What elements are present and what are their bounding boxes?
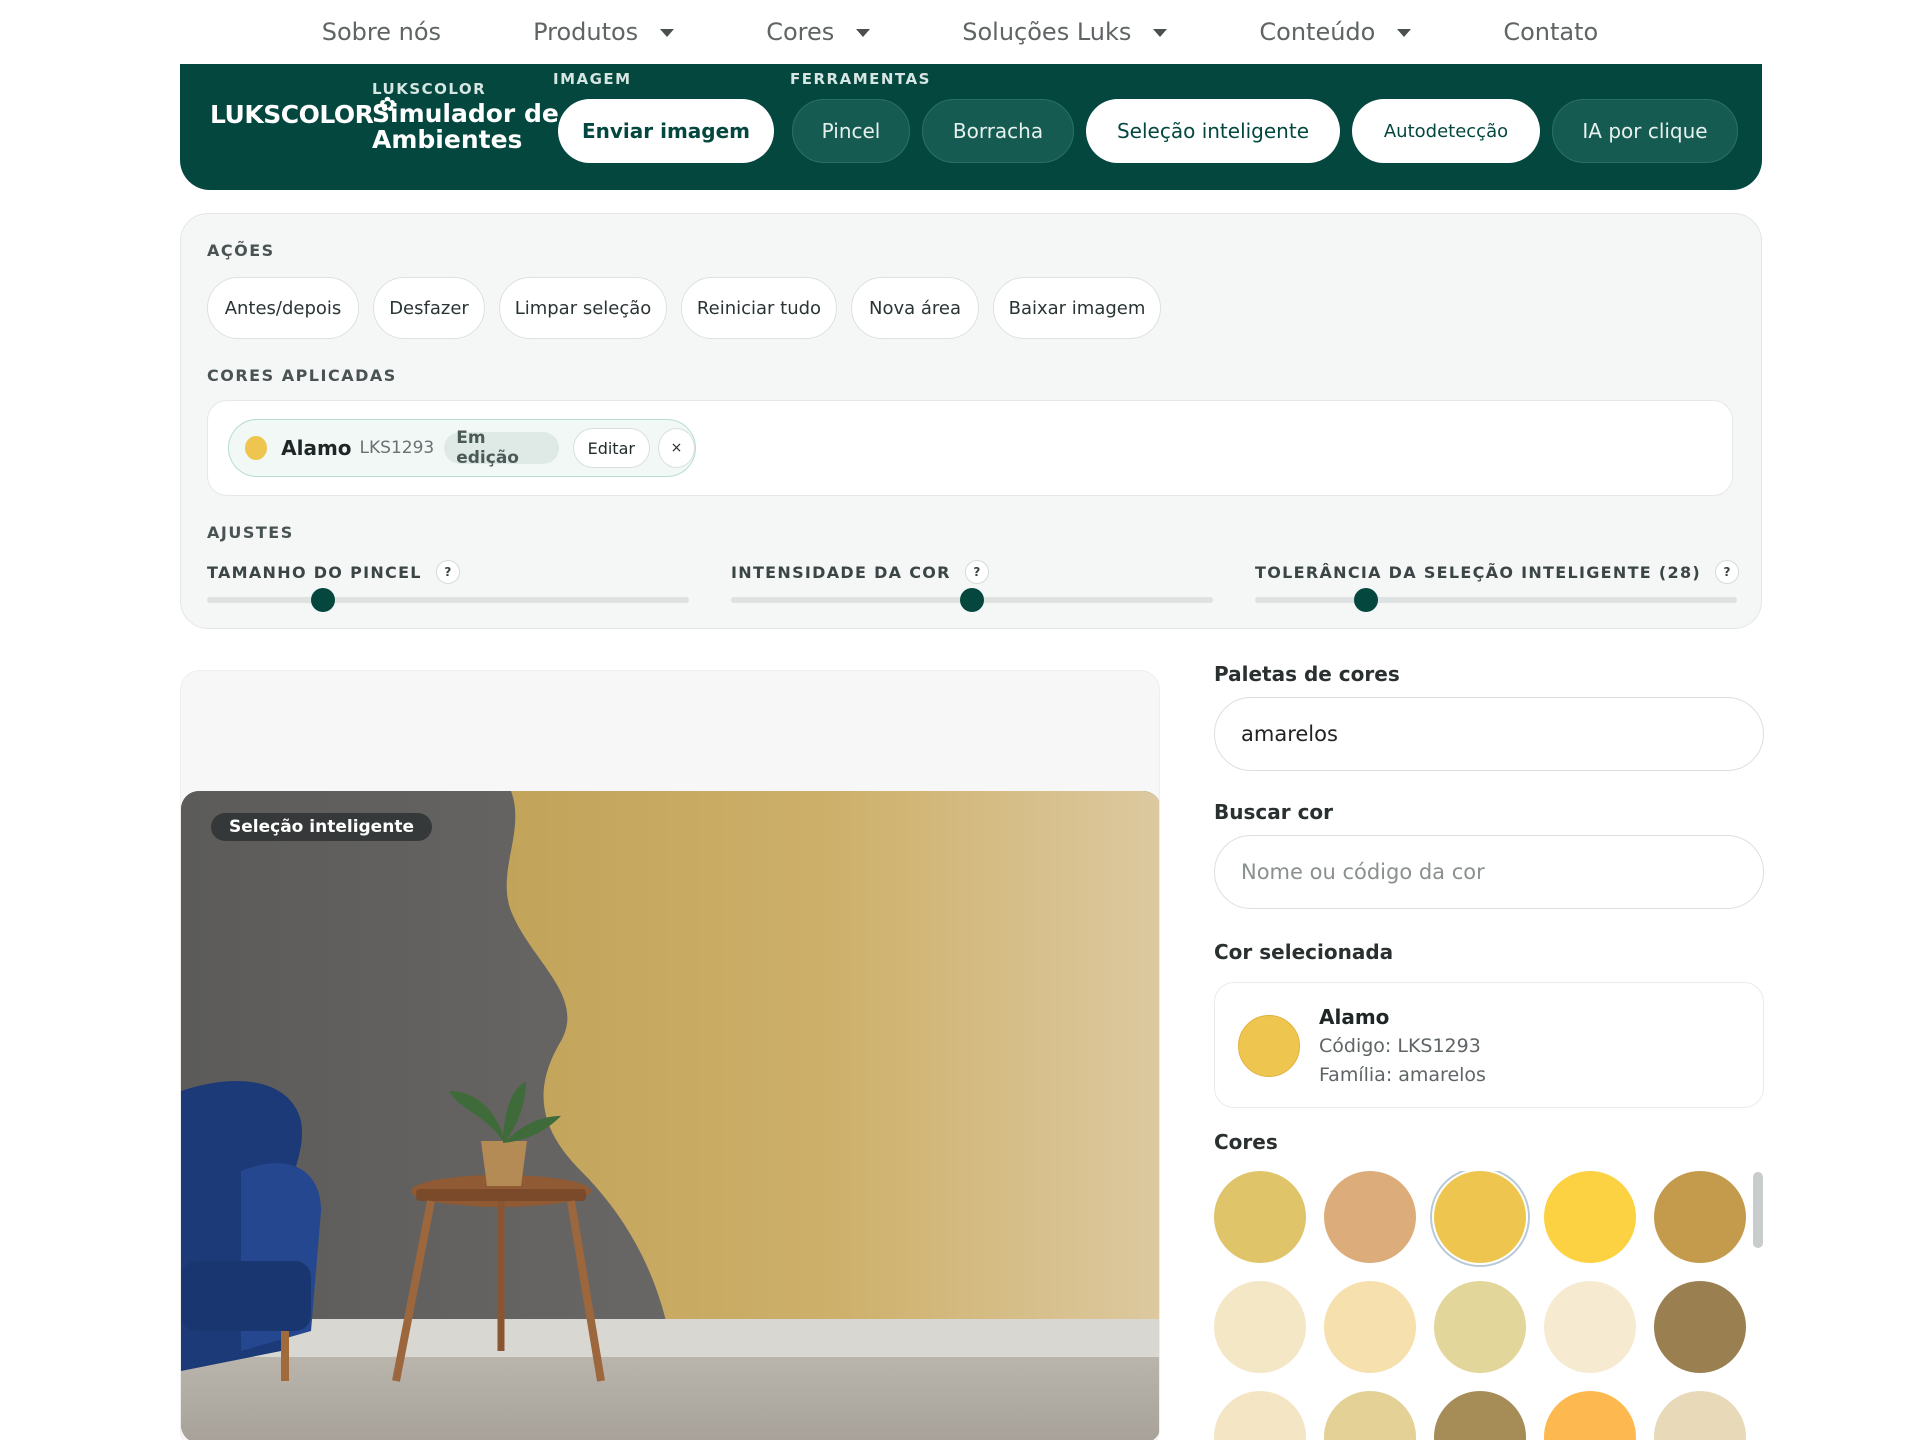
color-swatch[interactable] <box>1324 1391 1416 1440</box>
selected-color-card: Alamo Código: LKS1293 Família: amarelos <box>1214 982 1764 1108</box>
help-icon[interactable]: ? <box>1715 560 1739 584</box>
tool-brush-button[interactable]: Pincel <box>792 99 910 163</box>
selected-color-label: Cor selecionada <box>1214 940 1394 964</box>
nav-item-label: Contato <box>1503 18 1599 46</box>
selected-color-code: Código: LKS1293 <box>1319 1035 1481 1057</box>
editing-status-badge: Em edição <box>444 428 559 468</box>
image-canvas[interactable]: Seleção inteligente <box>180 670 1160 1440</box>
color-swatch[interactable] <box>1434 1281 1526 1373</box>
slider-handle[interactable] <box>1353 588 1378 612</box>
brush-size-label: TAMANHO DO PINCEL ? <box>207 560 460 584</box>
help-icon[interactable]: ? <box>435 560 460 584</box>
applied-colors-label: CORES APLICADAS <box>207 366 397 385</box>
chevron-down-icon <box>660 29 675 37</box>
nav-item-5[interactable]: Contato <box>1457 18 1644 46</box>
smart-tolerance-label-text: TOLERÂNCIA DA SELEÇÃO INTELIGENTE (28) <box>1255 562 1701 582</box>
applied-color-code: LKS1293 <box>359 438 435 458</box>
upload-image-button[interactable]: Enviar imagem <box>558 99 774 163</box>
undo-button[interactable]: Desfazer <box>373 277 485 339</box>
edit-color-button[interactable]: Editar <box>572 428 650 468</box>
color-swatch[interactable] <box>1434 1171 1526 1263</box>
palette-select[interactable]: amarelos <box>1214 697 1764 771</box>
brush-size-label-text: TAMANHO DO PINCEL <box>207 562 422 582</box>
brush-size-slider[interactable] <box>207 588 689 612</box>
room-illustration <box>181 791 1159 1440</box>
actions-label: AÇÕES <box>207 241 275 260</box>
nav-item-2[interactable]: Cores <box>720 18 916 46</box>
search-label: Buscar cor <box>1214 800 1334 824</box>
nav-item-label: Produtos <box>533 18 639 46</box>
download-image-button[interactable]: Baixar imagem <box>993 277 1161 339</box>
nav-item-1[interactable]: Produtos <box>487 18 720 46</box>
nav-item-label: Sobre nós <box>321 18 442 46</box>
tool-smart-selection-button[interactable]: Seleção inteligente <box>1086 99 1340 163</box>
tool-autodetect-button[interactable]: Autodetecção <box>1352 99 1540 163</box>
slider-handle[interactable] <box>310 588 335 612</box>
top-nav: Sobre nós Produtos Cores Soluções Luks Conte… <box>0 0 1920 64</box>
brand-block: LUKSCOLOR Simulador de Ambientes <box>372 80 562 153</box>
help-icon[interactable]: ? <box>964 560 989 584</box>
color-swatch[interactable] <box>1654 1171 1746 1263</box>
brand-kicker: LUKSCOLOR <box>372 80 487 98</box>
room-photo[interactable]: Seleção inteligente <box>181 791 1159 1440</box>
reset-all-button[interactable]: Reiniciar tudo <box>681 277 837 339</box>
nav-item-4[interactable]: Conteúdo <box>1213 18 1457 46</box>
smart-tolerance-slider[interactable] <box>1255 588 1737 612</box>
color-swatch[interactable] <box>1214 1171 1306 1263</box>
lukscolor-logo[interactable]: LUKSCOLOR ✿ <box>210 92 396 129</box>
color-intensity-label: INTENSIDADE DA COR ? <box>731 560 989 584</box>
brand-title: Simulador de Ambientes <box>372 99 559 154</box>
color-swatch[interactable] <box>1214 1391 1306 1440</box>
close-icon: × <box>670 440 683 456</box>
nav-item-3[interactable]: Soluções Luks <box>916 18 1213 46</box>
adjustments-label: AJUSTES <box>207 523 294 542</box>
color-swatch[interactable] <box>1654 1281 1746 1373</box>
color-swatch[interactable] <box>1214 1281 1306 1373</box>
chevron-down-icon <box>1397 29 1412 37</box>
remove-color-button[interactable]: × <box>657 428 695 468</box>
color-swatch[interactable] <box>1544 1391 1636 1440</box>
image-section-label: IMAGEM <box>553 70 632 88</box>
tools-section-label: FERRAMENTAS <box>790 70 931 88</box>
color-swatch[interactable] <box>1324 1171 1416 1263</box>
applied-color-name: Alamo <box>281 436 352 460</box>
slider-handle[interactable] <box>960 588 984 612</box>
applied-colors-box: Alamo LKS1293 Em edição Editar × <box>207 400 1733 496</box>
chevron-down-icon <box>856 29 871 37</box>
nav-item-label: Soluções Luks <box>962 18 1132 46</box>
nav-item-0[interactable]: Sobre nós <box>276 18 487 46</box>
nav-item-label: Cores <box>766 18 835 46</box>
smart-tolerance-label: TOLERÂNCIA DA SELEÇÃO INTELIGENTE (28) ? <box>1255 560 1739 584</box>
before-after-button[interactable]: Antes/depois <box>207 277 359 339</box>
color-swatch[interactable] <box>1654 1391 1746 1440</box>
chevron-down-icon <box>1153 29 1168 37</box>
color-intensity-label-text: INTENSIDADE DA COR <box>731 562 951 582</box>
colors-label: Cores <box>1214 1130 1278 1154</box>
color-swatch[interactable] <box>1544 1281 1636 1373</box>
color-search-input[interactable]: Nome ou código da cor <box>1214 835 1764 909</box>
tool-eraser-button[interactable]: Borracha <box>922 99 1074 163</box>
applied-color-dot <box>245 436 268 460</box>
simulator-toolbar: LUKSCOLOR ✿ LUKSCOLOR Simulador de Ambie… <box>180 64 1762 190</box>
applied-color-chip[interactable]: Alamo LKS1293 Em edição Editar × <box>228 419 696 477</box>
color-swatch[interactable] <box>1434 1391 1526 1440</box>
selected-color-family: Família: amarelos <box>1319 1064 1486 1086</box>
selected-color-swatch <box>1238 1015 1300 1077</box>
logo-text: LUKSCOLOR <box>210 100 374 129</box>
color-swatch-grid <box>1214 1171 1754 1440</box>
selected-color-name: Alamo <box>1319 1005 1390 1029</box>
swatch-scrollbar[interactable] <box>1753 1172 1763 1248</box>
nav-item-label: Conteúdo <box>1259 18 1376 46</box>
new-area-button[interactable]: Nova área <box>851 277 979 339</box>
color-swatch[interactable] <box>1544 1171 1636 1263</box>
controls-panel: AÇÕES Antes/depois Desfazer Limpar seleç… <box>180 213 1762 629</box>
mode-tag: Seleção inteligente <box>211 813 432 841</box>
clear-selection-button[interactable]: Limpar seleção <box>499 277 667 339</box>
color-swatch[interactable] <box>1324 1281 1416 1373</box>
color-intensity-slider[interactable] <box>731 588 1213 612</box>
palette-label: Paletas de cores <box>1214 662 1400 686</box>
tool-ai-click-button[interactable]: IA por clique <box>1552 99 1738 163</box>
